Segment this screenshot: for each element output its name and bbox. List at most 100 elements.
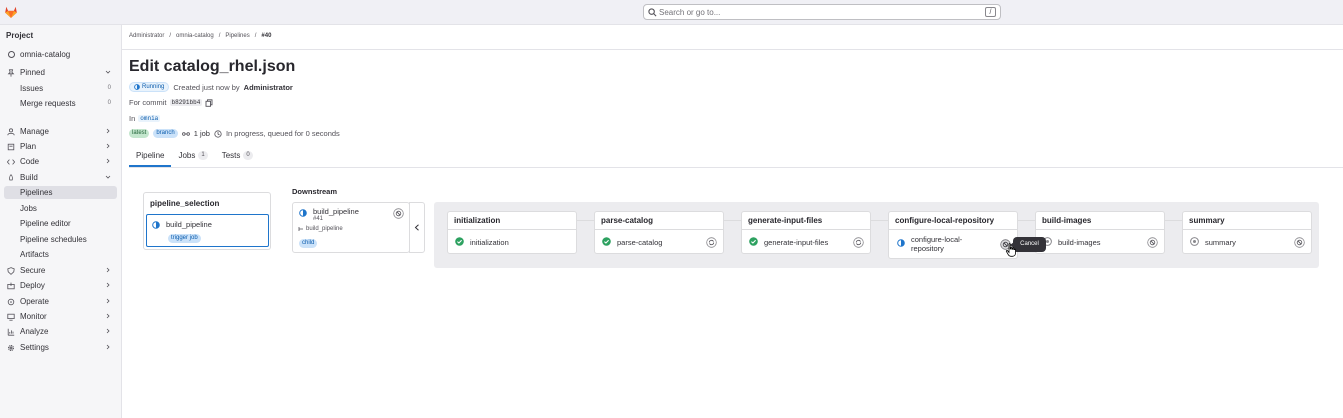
breadcrumb-item[interactable]: Pipelines [225,33,249,39]
branch-badge: branch [153,129,178,138]
chevron-right-icon [106,267,110,273]
job-build-images[interactable]: build-images [1036,230,1164,254]
sidebar-item-merge-requests[interactable]: Merge requests 0 [4,97,117,110]
search-input[interactable]: Search or go to... / [643,4,1001,20]
stage-parse-catalog: parse-catalog parse-catalog [594,211,724,254]
sidebar-item-settings[interactable]: Settings [4,341,117,354]
job-generate-input-files[interactable]: generate-input-files [742,230,870,254]
stage-configure-local-repository: configure-local-repository configure-loc… [888,211,1018,259]
downstream-heading: Downstream [292,187,338,196]
tab-count: 1 [198,151,208,160]
sidebar-item-plan[interactable]: Plan [4,140,117,153]
ref-link[interactable]: omnia [138,115,161,122]
chevron-left-icon [414,224,419,231]
sidebar-heading: Project [6,31,34,40]
job-initialization[interactable]: initialization [448,230,576,254]
code-icon [7,159,15,165]
job-summary[interactable]: summary [1183,230,1311,254]
stage-connector [576,220,595,221]
job-parse-catalog[interactable]: parse-catalog [595,230,723,254]
sidebar-project[interactable]: omnia-catalog [4,48,117,61]
jobs-count: 1 job [193,129,210,138]
chevron-right-icon [106,158,110,164]
divider [122,49,1343,50]
stage-connector [870,220,889,221]
sidebar-item-operate[interactable]: Operate [4,295,117,308]
sidebar-item-analyze[interactable]: Analyze [4,325,117,338]
success-icon [602,237,611,246]
commit-sha[interactable]: b8291bb4 [169,99,203,106]
sidebar-item-pipelines[interactable]: Pipelines [4,186,117,199]
project-name: omnia-catalog [20,50,71,59]
cancel-icon[interactable] [393,208,404,219]
upstream-job[interactable]: build_pipeline trigger job [146,214,269,247]
chevron-right-icon [106,128,110,134]
pending-icon [1190,237,1199,246]
search-shortcut: / [985,7,996,17]
stage-generate-input-files: generate-input-files generate-input-file… [741,211,871,254]
sidebar-item-code[interactable]: Code [4,155,117,168]
chevron-right-icon [106,313,110,319]
sidebar-item-artifacts[interactable]: Artifacts [4,248,117,261]
author-link[interactable]: Administrator [244,83,293,92]
running-icon [299,209,307,217]
sidebar-item-pinned[interactable]: Pinned [4,66,117,79]
status-badge[interactable]: Running [129,82,170,92]
breadcrumb-item[interactable]: Administrator [129,33,164,39]
sidebar-item-issues[interactable]: Issues 0 [4,82,117,95]
pipeline-status-line: Running Created just now by Administrato… [129,82,293,92]
tab-pipeline[interactable]: Pipeline [129,149,172,167]
search-placeholder: Search or go to... [659,8,721,17]
gitlab-logo-icon[interactable] [4,5,18,19]
sidebar-item-monitor[interactable]: Monitor [4,310,117,323]
latest-badge: latest [129,129,150,138]
running-icon [897,239,905,247]
success-icon [749,237,758,246]
collapse-downstream-button[interactable] [409,202,425,253]
operate-icon [7,298,15,306]
tab-jobs[interactable]: Jobs 1 [171,149,214,167]
chevron-down-icon [105,70,111,74]
job-configure-local-repository[interactable]: configure-local-repository [889,230,1017,259]
trigger-job-badge: trigger job [168,234,201,243]
page-title: Edit catalog_rhel.json [129,58,296,75]
shield-icon [7,267,15,275]
sidebar-item-jobs[interactable]: Jobs [4,202,117,215]
chevron-right-icon [106,143,110,149]
sidebar-item-pipeline-schedules[interactable]: Pipeline schedules [4,233,117,246]
copy-icon[interactable] [205,98,213,107]
source-icon [298,227,303,231]
child-badge: child [299,239,318,248]
created-text: Created just now by [173,82,240,92]
deploy-icon [7,282,15,290]
downstream-pipeline-card[interactable]: build_pipeline #41 build_pipeline child [292,202,410,253]
pipeline-tabs: Pipeline Jobs 1 Tests 0 [129,149,260,167]
pipeline-icon [181,131,190,136]
users-icon [7,128,15,136]
sidebar-item-deploy[interactable]: Deploy [4,279,117,292]
sidebar-item-manage[interactable]: Manage [4,125,117,138]
retry-icon[interactable] [853,237,864,248]
breadcrumb-current[interactable]: #40 [261,33,271,39]
monitor-icon [7,313,15,321]
stage-build-images: build-images build-images [1035,211,1165,254]
progress-text: In progress, queued for 0 seconds [225,129,340,138]
retry-icon[interactable] [706,237,717,248]
cancel-icon[interactable] [1147,237,1158,248]
upstream-pipeline-card: pipeline_selection build_pipeline trigge… [143,192,271,250]
stage-summary: summary summary [1182,211,1312,254]
chevron-right-icon [106,328,110,334]
sidebar-item-pipeline-editor[interactable]: Pipeline editor [4,217,117,230]
tab-count: 0 [243,151,253,160]
chevron-right-icon [106,298,110,304]
sidebar-item-build[interactable]: Build [4,171,117,184]
upstream-title: pipeline_selection [150,199,220,208]
stage-connector [1164,220,1183,221]
search-icon [648,8,657,17]
breadcrumb-item[interactable]: omnia-catalog [176,33,214,39]
cancel-icon[interactable] [1294,237,1305,248]
sidebar-item-secure[interactable]: Secure [4,264,117,277]
stage-connector [723,220,742,221]
stage-connector [1017,220,1036,221]
tab-tests[interactable]: Tests 0 [215,149,260,167]
